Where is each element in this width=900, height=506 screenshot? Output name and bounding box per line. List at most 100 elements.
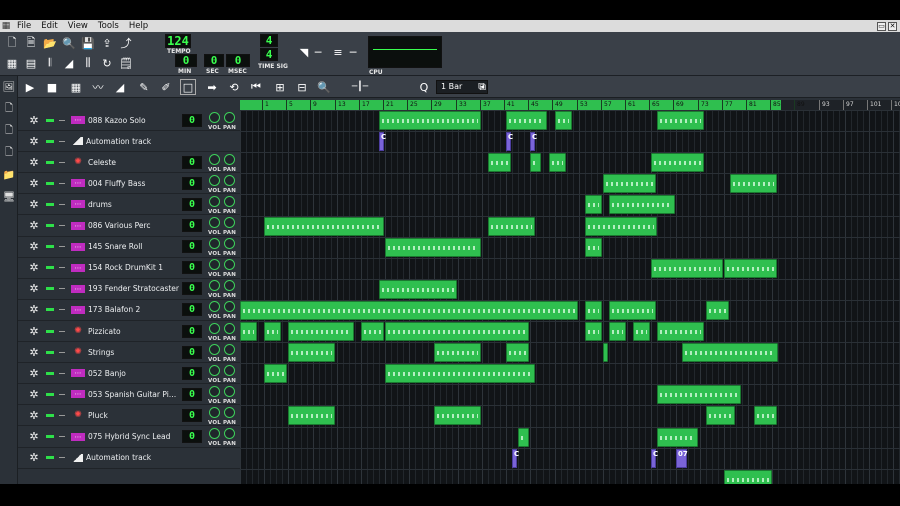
- pattern-clip[interactable]: [682, 343, 778, 362]
- track-name[interactable]: 086 Various Perc: [88, 221, 180, 230]
- track-settings-gear-icon[interactable]: ✲: [25, 367, 43, 380]
- pattern-clip[interactable]: [434, 343, 481, 362]
- solo-toggle[interactable]: [59, 436, 65, 437]
- track-row[interactable]: ✲ ✺ Strings 0 VOL PAN: [18, 342, 240, 364]
- time-sig-numerator[interactable]: 4: [260, 34, 278, 47]
- panning-knob[interactable]: [224, 217, 235, 228]
- add-beat-track-icon[interactable]: ▦: [68, 79, 84, 95]
- mute-led[interactable]: [46, 413, 54, 417]
- pattern-clip[interactable]: [609, 322, 626, 341]
- pattern-clip[interactable]: [264, 217, 384, 236]
- solo-toggle[interactable]: [59, 119, 65, 121]
- panning-knob[interactable]: [224, 406, 235, 418]
- solo-toggle[interactable]: [59, 372, 65, 374]
- pattern-clip[interactable]: [585, 195, 602, 214]
- automation-editor-icon[interactable]: ◢: [61, 55, 77, 71]
- zoom-slider[interactable]: ─┃─: [340, 79, 380, 95]
- track-settings-gear-icon[interactable]: ✲: [25, 240, 43, 253]
- solo-toggle[interactable]: [59, 140, 65, 142]
- track-row[interactable]: ✲ Automation track: [18, 131, 240, 153]
- project-notes-icon[interactable]: 🗒: [118, 55, 134, 71]
- samples-browser-icon[interactable]: 🗋: [0, 120, 18, 142]
- pattern-clip[interactable]: [506, 111, 547, 130]
- beat-editor-icon[interactable]: ▤: [23, 55, 39, 71]
- track-settings-gear-icon[interactable]: ✲: [25, 198, 43, 211]
- proportional-snap-icon[interactable]: ⧉: [474, 79, 490, 95]
- pattern-clip[interactable]: [603, 343, 608, 362]
- computer-browser-icon[interactable]: 🖥: [0, 186, 18, 208]
- pattern-clip[interactable]: [264, 322, 281, 341]
- pattern-clip[interactable]: [530, 153, 541, 172]
- track-name[interactable]: Automation track: [86, 137, 178, 146]
- play-icon[interactable]: ▶: [22, 79, 38, 95]
- volume-knob[interactable]: [209, 217, 220, 228]
- track-row[interactable]: ✲ ⋯ 075 Hybrid Sync Lead 0 VOL PAN: [18, 427, 240, 448]
- panning-knob[interactable]: [224, 322, 235, 334]
- pattern-clip[interactable]: [549, 153, 566, 172]
- song-editor-grid[interactable]: C C C C C 07: [240, 110, 900, 504]
- track-name[interactable]: 053 Spanish Guitar Pic...: [88, 390, 180, 399]
- track-settings-gear-icon[interactable]: ✲: [25, 261, 43, 274]
- mute-led[interactable]: [46, 160, 54, 164]
- track-name[interactable]: 173 Balafon 2: [88, 305, 180, 314]
- solo-toggle[interactable]: [59, 351, 65, 353]
- panning-knob[interactable]: [224, 364, 235, 376]
- solo-toggle[interactable]: [59, 457, 65, 459]
- track-name[interactable]: Celeste: [88, 158, 180, 167]
- mixer-icon[interactable]: ⫼: [80, 55, 96, 71]
- pattern-clip[interactable]: [651, 153, 704, 172]
- master-volume-slider[interactable]: ─: [310, 44, 326, 60]
- panning-knob[interactable]: [224, 238, 235, 250]
- pattern-clip[interactable]: [585, 238, 602, 257]
- recent-projects-icon[interactable]: 🔍: [61, 35, 77, 51]
- track-name[interactable]: 052 Banjo: [88, 369, 180, 378]
- pattern-clip[interactable]: [518, 428, 529, 447]
- track-row[interactable]: ✲ ⋯ 193 Fender Stratocaster 0 VOL PAN: [18, 279, 240, 300]
- panning-knob[interactable]: [224, 259, 235, 271]
- export-project-icon[interactable]: ⇪: [99, 35, 115, 51]
- new-project-icon[interactable]: 🗋: [4, 35, 20, 51]
- presets-browser-icon[interactable]: 🗋: [0, 142, 18, 164]
- add-automation-track-icon[interactable]: ◢: [112, 79, 128, 95]
- track-name[interactable]: 145 Snare Roll: [88, 242, 180, 251]
- track-row[interactable]: ✲ ✺ Pizzicato 0 VOL PAN: [18, 321, 240, 342]
- mute-led[interactable]: [46, 287, 54, 291]
- export-tracks-icon[interactable]: ⤴: [118, 35, 134, 51]
- track-row[interactable]: ✲ ⋯ 086 Various Perc 0 VOL PAN: [18, 216, 240, 237]
- mute-led[interactable]: [46, 224, 54, 227]
- track-name[interactable]: drums: [88, 200, 180, 209]
- track-settings-gear-icon[interactable]: ✲: [25, 156, 43, 169]
- pattern-clip[interactable]: [724, 259, 777, 278]
- timeline-ruler[interactable]: 1 5 9 13 17 21 25 29 33 37 41 45 49 53 57 61 65 69 73 77 81 8…: [240, 100, 900, 110]
- solo-toggle[interactable]: [59, 309, 65, 311]
- volume-knob[interactable]: [209, 385, 220, 397]
- pattern-clip[interactable]: [657, 111, 704, 130]
- track-name[interactable]: 193 Fender Stratocaster: [88, 284, 180, 293]
- automation-clip[interactable]: C: [379, 132, 386, 151]
- solo-toggle[interactable]: [59, 414, 65, 416]
- track-name[interactable]: 154 Rock DrumKit 1: [88, 263, 180, 272]
- menu-file[interactable]: File: [12, 21, 36, 31]
- volume-knob[interactable]: [209, 111, 220, 123]
- track-name[interactable]: Strings: [88, 348, 180, 357]
- panning-knob[interactable]: [224, 174, 235, 186]
- track-settings-gear-icon[interactable]: ✲: [25, 303, 43, 316]
- pattern-clip[interactable]: [609, 301, 656, 320]
- pattern-clip[interactable]: [555, 111, 572, 130]
- track-name[interactable]: Pluck: [88, 411, 180, 420]
- automation-clip[interactable]: C: [506, 132, 513, 151]
- pattern-clip[interactable]: [706, 301, 729, 320]
- track-row[interactable]: ✲ Automation track: [18, 448, 240, 469]
- track-settings-gear-icon[interactable]: ✲: [25, 430, 43, 443]
- volume-knob[interactable]: [209, 322, 220, 334]
- panning-knob[interactable]: [224, 195, 235, 207]
- panning-knob[interactable]: [224, 385, 235, 397]
- automation-clip[interactable]: C: [530, 132, 537, 151]
- track-settings-gear-icon[interactable]: ✲: [25, 219, 43, 232]
- mute-led[interactable]: [46, 456, 54, 460]
- solo-toggle[interactable]: [59, 330, 65, 332]
- mute-led[interactable]: [46, 350, 54, 354]
- mute-led[interactable]: [46, 245, 54, 249]
- mute-led[interactable]: [46, 118, 54, 122]
- remove-bar-icon[interactable]: ⊟: [294, 79, 310, 95]
